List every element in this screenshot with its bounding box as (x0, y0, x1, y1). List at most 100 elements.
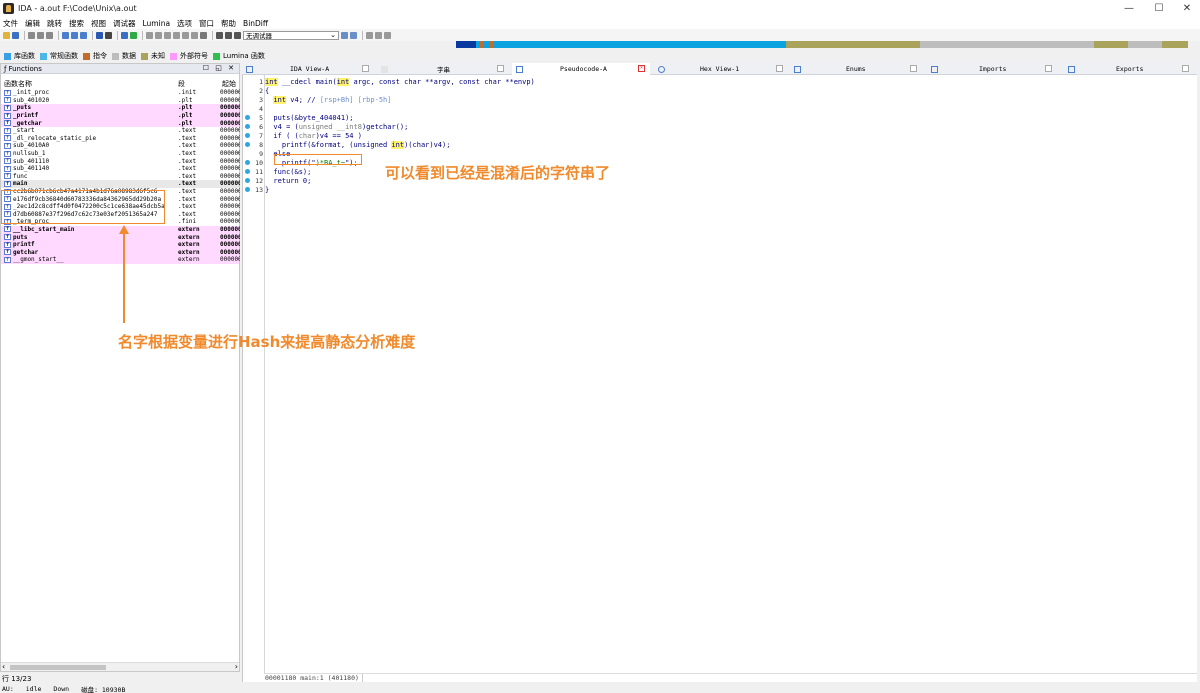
function-row[interactable]: fgetchar extern 0000000 (1, 248, 240, 257)
forward-icon[interactable] (37, 31, 44, 39)
tab-ida-view-a[interactable]: IDA View-A (242, 63, 370, 75)
menu-view[interactable]: 视图 (91, 18, 106, 29)
tab-hex-view-1[interactable]: Hex View-1 (654, 63, 784, 75)
function-row[interactable]: fmain .text 0000000 (1, 180, 240, 188)
search-binary-icon[interactable] (71, 31, 78, 39)
breakpoint-dot-icon[interactable] (245, 115, 250, 120)
watch-icon[interactable] (384, 31, 391, 39)
menu-edit[interactable]: 编辑 (25, 18, 40, 29)
tab-strings[interactable]: 字串 (377, 63, 505, 75)
close-icon[interactable] (362, 65, 369, 72)
breakpoint-dot-icon[interactable] (245, 142, 250, 147)
menu-windows[interactable]: 窗口 (199, 18, 214, 29)
xref-icon[interactable] (191, 31, 198, 39)
close-icon[interactable] (1045, 65, 1052, 72)
code-line[interactable]: 2{ (243, 86, 1143, 95)
attach-icon[interactable] (350, 31, 357, 39)
function-row[interactable]: fprintf extern 0000000 (1, 240, 240, 249)
code-line[interactable]: 4 (243, 104, 1143, 113)
tab-pseudocode-a[interactable]: Pseudocode-A × (512, 63, 650, 75)
scroll-left-icon[interactable]: ‹ (2, 662, 5, 671)
graph-icon[interactable] (121, 31, 128, 39)
close-button[interactable]: ✕ (1172, 0, 1200, 17)
function-row[interactable]: f_start .text 0000000 (1, 127, 240, 135)
down-arrow-icon[interactable] (96, 31, 103, 39)
stop-icon[interactable] (234, 31, 241, 39)
tab-exports[interactable]: Exports (1064, 63, 1194, 75)
green-circle-icon[interactable] (130, 31, 137, 39)
function-row[interactable]: ffunc .text 0000000 (1, 173, 240, 181)
code-line[interactable]: 8 printf(&format, (unsigned int)(char)v4… (243, 140, 1143, 149)
column-function-name[interactable]: 函数名称 (4, 79, 32, 89)
search-text-icon[interactable] (62, 31, 69, 39)
code-line[interactable]: 7 if ( (char)v4 == 54 ) (243, 131, 1143, 140)
search-next-icon[interactable] (80, 31, 87, 39)
minimize-button[interactable]: — (1114, 0, 1144, 17)
tab-imports[interactable]: Imports (927, 63, 1057, 75)
close-icon[interactable]: × (638, 65, 645, 72)
patch-icon[interactable] (164, 31, 171, 39)
code-icon[interactable] (105, 31, 112, 39)
code-line[interactable]: 13} (243, 185, 1143, 194)
struct-icon[interactable] (146, 31, 153, 39)
function-row[interactable]: fsub_401110 .text 0000000 (1, 157, 240, 165)
func-icon[interactable] (182, 31, 189, 39)
code-line[interactable]: 6 v4 = (unsigned __int8)getchar(); (243, 122, 1143, 131)
breakpoint-dot-icon[interactable] (245, 178, 250, 183)
maximize-button[interactable]: ☐ (1144, 0, 1174, 17)
menu-debugger[interactable]: 调试器 (113, 18, 136, 29)
scroll-thumb[interactable] (10, 665, 106, 670)
menu-options[interactable]: 选项 (177, 18, 192, 29)
tab-enums[interactable]: Enums (790, 63, 920, 75)
function-row[interactable]: fsub_401020 .plt 0000000 (1, 97, 240, 105)
back-icon[interactable] (28, 31, 35, 39)
navigation-band[interactable] (456, 41, 1188, 48)
menu-search[interactable]: 搜索 (69, 18, 84, 29)
code-line[interactable]: 10 printf(")*BA_t~"); (243, 158, 1143, 167)
debugger-select[interactable]: 无调试器 ⌄ (243, 30, 339, 40)
function-row[interactable]: f_printf .plt 0000000 (1, 111, 240, 120)
code-line[interactable]: 9 else (243, 149, 1143, 158)
column-segment[interactable]: 段 (178, 79, 185, 89)
breakpoint-dot-icon[interactable] (245, 160, 250, 165)
function-row[interactable]: fsub_401140 .text 0000000 (1, 165, 240, 173)
breakpoint-dot-icon[interactable] (245, 133, 250, 138)
breakpoint-icon[interactable] (366, 31, 373, 39)
segment-icon[interactable] (173, 31, 180, 39)
code-line[interactable]: 12 return 0; (243, 176, 1143, 185)
close-icon[interactable] (910, 65, 917, 72)
close-icon[interactable] (1182, 65, 1189, 72)
save-icon[interactable] (12, 31, 19, 39)
breakpoint-dot-icon[interactable] (245, 187, 250, 192)
function-row[interactable]: f__gmon_start__ extern 0000000 (1, 256, 240, 264)
delete-icon[interactable] (200, 31, 207, 39)
function-row[interactable]: fputs extern 0000000 (1, 233, 240, 241)
step-icon[interactable] (375, 31, 382, 39)
menu-bindiff[interactable]: BinDiff (243, 19, 268, 28)
enum-icon[interactable] (155, 31, 162, 39)
function-row[interactable]: fnullsub_1 .text 0000000 (1, 150, 240, 158)
menu-help[interactable]: 帮助 (221, 18, 236, 29)
menu-jump[interactable]: 跳转 (47, 18, 62, 29)
open-icon[interactable] (3, 31, 10, 39)
function-row[interactable]: f_getchar .plt 0000000 (1, 119, 240, 127)
function-row[interactable]: fsub_4010A0 .text 0000000 (1, 142, 240, 150)
column-start[interactable]: 起始 (222, 79, 236, 89)
code-line[interactable]: 11 func(&s); (243, 167, 1143, 176)
breakpoint-dot-icon[interactable] (245, 169, 250, 174)
functions-hscrollbar[interactable]: ‹ › (1, 662, 239, 671)
close-icon[interactable] (776, 65, 783, 72)
menu-file[interactable]: 文件 (3, 18, 18, 29)
debug-options-icon[interactable] (341, 31, 348, 39)
menu-lumina[interactable]: Lumina (143, 19, 171, 28)
function-row[interactable]: f_init_proc .init 0000000 (1, 89, 240, 97)
close-icon[interactable] (497, 65, 504, 72)
breakpoint-dot-icon[interactable] (245, 124, 250, 129)
code-line[interactable]: 1 int __cdecl main(int argc, const char *… (243, 77, 1143, 86)
function-row[interactable]: f_dl_relocate_static_pie .text 0000000 (1, 135, 240, 143)
scroll-right-icon[interactable]: › (235, 662, 238, 671)
code-line[interactable]: 3 int v4; // [rsp+Bh] [rbp-5h] (243, 95, 1143, 104)
nav-menu-icon[interactable] (46, 31, 53, 39)
play-icon[interactable] (216, 31, 223, 39)
function-row[interactable]: f_puts .plt 0000000 (1, 104, 240, 112)
